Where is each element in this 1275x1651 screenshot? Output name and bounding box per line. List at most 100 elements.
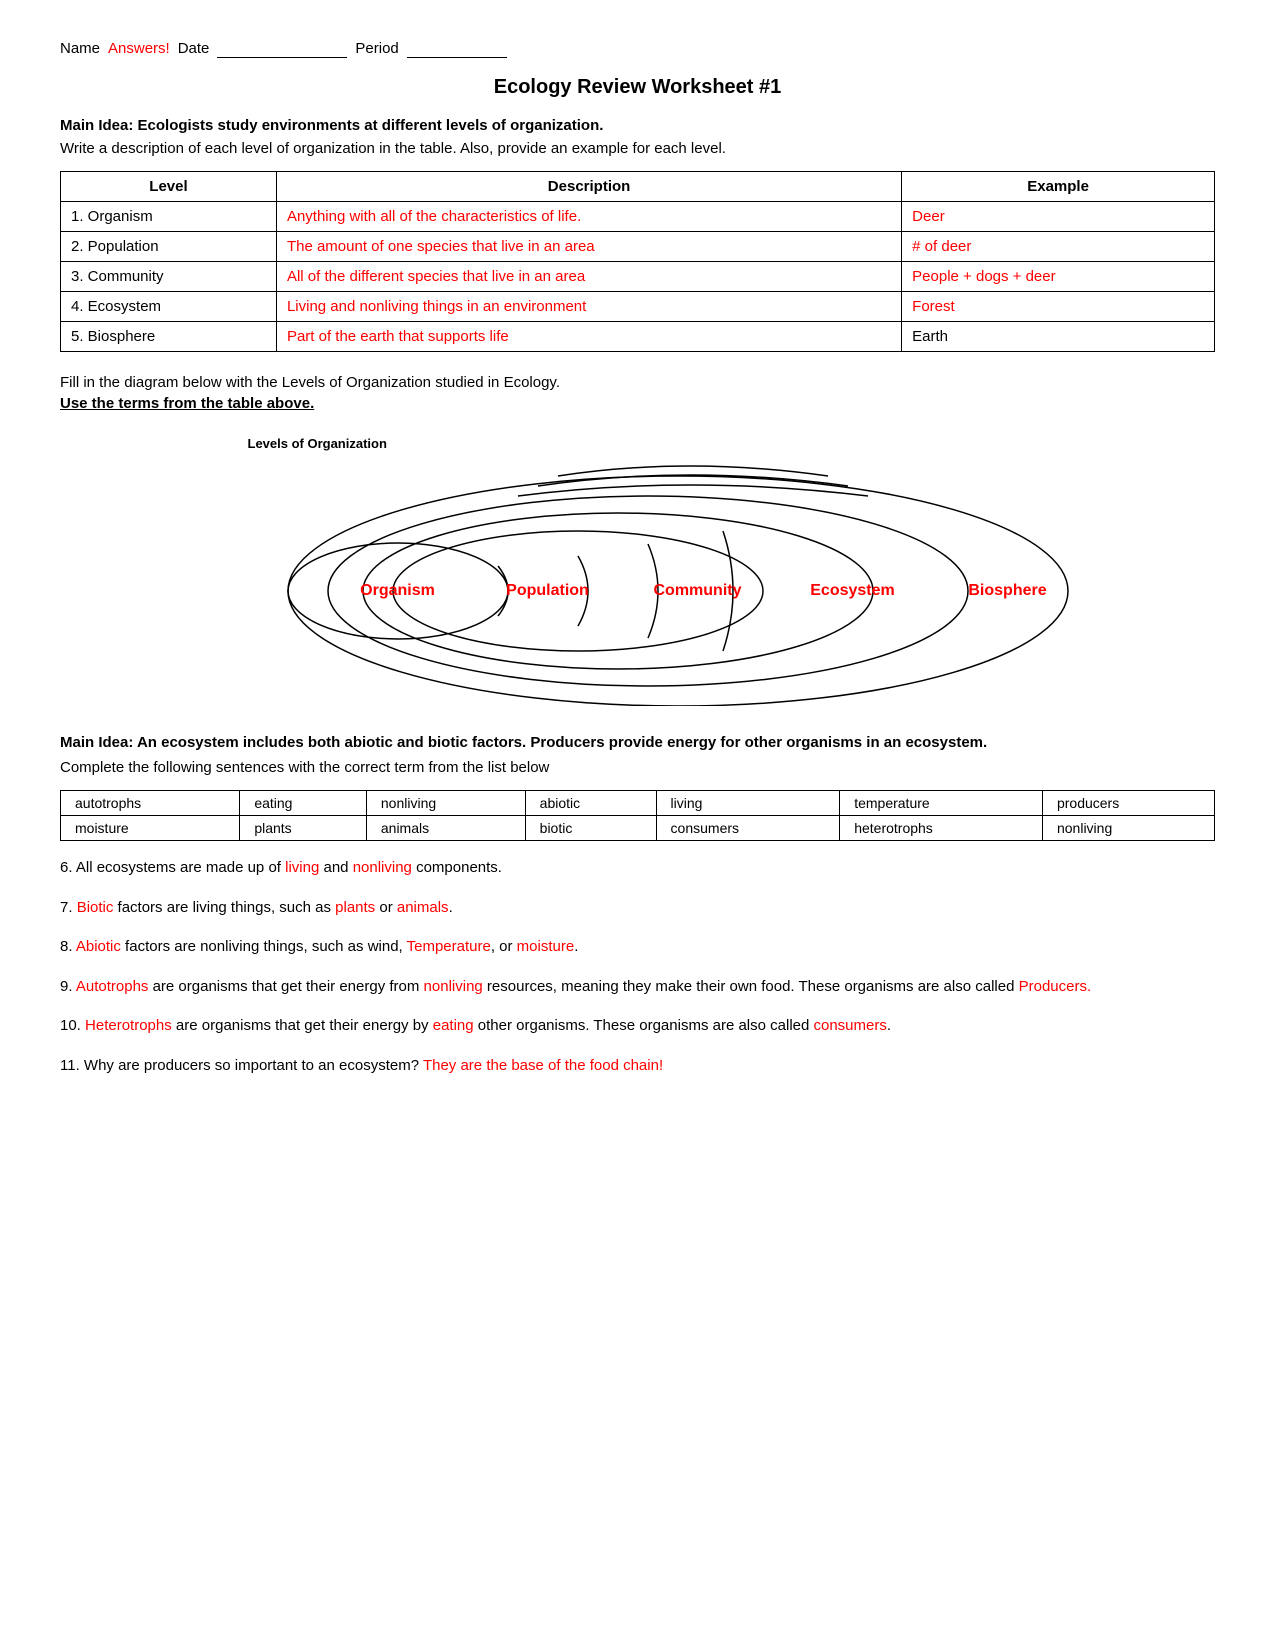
sentence-text: All ecosystems are made up of <box>76 859 285 876</box>
table-row: 3. CommunityAll of the different species… <box>61 262 1215 292</box>
period-field[interactable] <box>407 40 507 58</box>
sentence: 9. Autotrophs are organisms that get the… <box>60 974 1215 1000</box>
cell-example: Earth <box>902 322 1215 352</box>
word-bank-cell: producers <box>1042 791 1214 816</box>
cell-level: 4. Ecosystem <box>61 292 277 322</box>
table-row: 5. BiospherePart of the earth that suppo… <box>61 322 1215 352</box>
sentence-part: are organisms that get their energy by <box>172 1017 433 1034</box>
sentence-part: Abiotic <box>76 938 121 955</box>
sentence-part: nonliving <box>424 978 483 995</box>
sentence-part: eating <box>433 1017 474 1034</box>
header: Name Answers! Date Period <box>60 40 1215 58</box>
sentence-part: other organisms. These organisms are als… <box>474 1017 814 1034</box>
sentence-text: Why are producers so important to an eco… <box>84 1057 423 1074</box>
answers-label: Answers! <box>108 40 170 57</box>
sentence-number: 9. <box>60 978 76 995</box>
sentence-part: and <box>319 859 352 876</box>
oval-labels: Organism Population Community Ecosystem … <box>188 426 1088 706</box>
cell-level: 5. Biosphere <box>61 322 277 352</box>
cell-example: Forest <box>902 292 1215 322</box>
cell-description: All of the different species that live i… <box>276 262 901 292</box>
word-bank-cell: heterotrophs <box>840 816 1043 841</box>
sentence-number: 11. <box>60 1057 84 1074</box>
word-bank-cell: temperature <box>840 791 1043 816</box>
cell-description: Living and nonliving things in an enviro… <box>276 292 901 322</box>
sentence-part: resources, meaning they make their own f… <box>483 978 1019 995</box>
sentence-part: They are the base of the food chain! <box>423 1057 663 1074</box>
label-organism: Organism <box>360 582 435 600</box>
col-level: Level <box>61 172 277 202</box>
sentence-part: Producers. <box>1019 978 1092 995</box>
word-bank-cell: plants <box>240 816 367 841</box>
levels-table: Level Description Example 1. OrganismAny… <box>60 171 1215 352</box>
sentence-part: consumers <box>814 1017 887 1034</box>
sentence: 10. Heterotrophs are organisms that get … <box>60 1013 1215 1039</box>
cell-description: The amount of one species that live in a… <box>276 232 901 262</box>
table-row: 4. EcosystemLiving and nonliving things … <box>61 292 1215 322</box>
sentence-part: Heterotrophs <box>85 1017 172 1034</box>
sentence: 8. Abiotic factors are nonliving things,… <box>60 934 1215 960</box>
sentence-part: or <box>375 899 397 916</box>
sentence-part: Biotic <box>77 899 114 916</box>
word-bank-cell: living <box>656 791 840 816</box>
sentence-part: living <box>285 859 319 876</box>
sentence-part: nonliving <box>353 859 412 876</box>
section1: Main Idea: Ecologists study environments… <box>60 117 1215 352</box>
name-label: Name <box>60 40 100 57</box>
sentence-number: 7. <box>60 899 77 916</box>
section3: Main Idea: An ecosystem includes both ab… <box>60 734 1215 1078</box>
cell-description: Anything with all of the characteristics… <box>276 202 901 232</box>
word-bank-table: autotrophseatingnonlivingabioticlivingte… <box>60 790 1215 841</box>
word-bank-cell: consumers <box>656 816 840 841</box>
sentence-number: 10. <box>60 1017 85 1034</box>
cell-example: # of deer <box>902 232 1215 262</box>
diagram-instruction-bold: Use the terms from the table above. <box>60 395 1215 412</box>
label-biosphere: Biosphere <box>968 582 1046 600</box>
sentence-part: , or <box>491 938 517 955</box>
sentence-part: factors are nonliving things, such as wi… <box>121 938 407 955</box>
sentence-part: animals <box>397 899 449 916</box>
word-bank-cell: eating <box>240 791 367 816</box>
col-example: Example <box>902 172 1215 202</box>
sentence-part: factors are living things, such as <box>113 899 335 916</box>
sentence-part: . <box>574 938 578 955</box>
sentence-part: plants <box>335 899 375 916</box>
diagram-container: Levels of Organization <box>188 426 1088 706</box>
sentence-number: 8. <box>60 938 76 955</box>
table-row: 2. PopulationThe amount of one species t… <box>61 232 1215 262</box>
cell-description: Part of the earth that supports life <box>276 322 901 352</box>
sentence: 7. Biotic factors are living things, suc… <box>60 895 1215 921</box>
cell-example: Deer <box>902 202 1215 232</box>
sentence: 6. All ecosystems are made up of living … <box>60 855 1215 881</box>
label-population: Population <box>506 582 589 600</box>
word-bank-cell: nonliving <box>366 791 525 816</box>
sentence: 11. Why are producers so important to an… <box>60 1053 1215 1079</box>
diagram-section: Fill in the diagram below with the Level… <box>60 374 1215 706</box>
sentence-number: 6. <box>60 859 76 876</box>
sentence-part: . <box>449 899 453 916</box>
sentence-part: . <box>887 1017 891 1034</box>
word-bank-cell: animals <box>366 816 525 841</box>
label-ecosystem: Ecosystem <box>810 582 895 600</box>
word-bank-cell: nonliving <box>1042 816 1214 841</box>
sentence-part: moisture <box>517 938 575 955</box>
page-title: Ecology Review Worksheet #1 <box>60 76 1215 99</box>
sentence-part: components. <box>412 859 502 876</box>
section3-main-idea: Main Idea: An ecosystem includes both ab… <box>60 734 1215 751</box>
word-bank-cell: biotic <box>525 816 656 841</box>
word-bank-cell: abiotic <box>525 791 656 816</box>
section3-instruction: Complete the following sentences with th… <box>60 759 1215 776</box>
section1-main-idea: Main Idea: Ecologists study environments… <box>60 117 1215 134</box>
cell-example: People + dogs + deer <box>902 262 1215 292</box>
sentence-part: Temperature <box>407 938 491 955</box>
diagram-instruction: Fill in the diagram below with the Level… <box>60 374 1215 391</box>
label-community: Community <box>654 582 742 600</box>
cell-level: 1. Organism <box>61 202 277 232</box>
sentence-part: Autotrophs <box>76 978 149 995</box>
sentence-part: are organisms that get their energy from <box>148 978 423 995</box>
word-bank-row: moistureplantsanimalsbioticconsumershete… <box>61 816 1215 841</box>
date-field[interactable] <box>217 40 347 58</box>
table-row: 1. OrganismAnything with all of the char… <box>61 202 1215 232</box>
word-bank-cell: autotrophs <box>61 791 240 816</box>
cell-level: 3. Community <box>61 262 277 292</box>
